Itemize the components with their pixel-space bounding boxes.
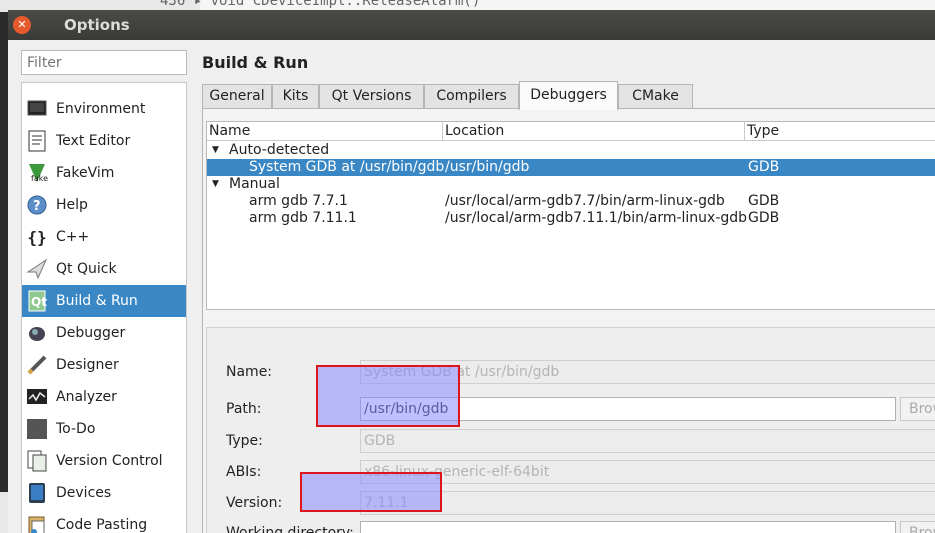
abis-label: ABIs: xyxy=(226,464,262,480)
category-label: Devices xyxy=(56,485,112,501)
category-label: Environment xyxy=(56,101,146,117)
expand-arrow-icon[interactable]: ▼ xyxy=(212,142,219,159)
tab-kits[interactable]: Kits xyxy=(272,84,319,109)
tree-group-auto-detected[interactable]: ▼ Auto-detected xyxy=(207,142,935,159)
working-directory-label: Working directory: xyxy=(226,525,354,533)
category-todo[interactable]: To-Do xyxy=(22,413,186,445)
row-location: /usr/local/arm-gdb7.11.1/bin/arm-linux-g… xyxy=(445,210,748,226)
background-block xyxy=(0,492,8,533)
designer-pencil-icon xyxy=(26,354,48,376)
category-label: Code Pasting xyxy=(56,517,148,533)
close-window-button[interactable]: ✕ xyxy=(13,16,31,34)
row-location: /usr/local/arm-gdb7.7/bin/arm-linux-gdb xyxy=(445,193,725,209)
working-directory-field[interactable] xyxy=(360,521,896,533)
category-list: Environment Text Editor fake FakeVim ? H… xyxy=(21,82,187,533)
tree-group-manual[interactable]: ▼ Manual xyxy=(207,176,935,193)
category-text-editor[interactable]: Text Editor xyxy=(22,125,186,157)
window-title: Options xyxy=(64,16,130,34)
category-fakevim[interactable]: fake FakeVim xyxy=(22,157,186,189)
group-label: Manual xyxy=(229,176,280,192)
qt-quick-icon xyxy=(26,258,48,280)
background-left-edge xyxy=(0,30,8,533)
close-icon: ✕ xyxy=(17,18,27,31)
category-debugger[interactable]: Debugger xyxy=(22,317,186,349)
category-label: Qt Quick xyxy=(56,261,117,277)
column-header-type[interactable]: Type xyxy=(745,122,935,141)
category-version-control[interactable]: Version Control xyxy=(22,445,186,477)
code-line: 436 ▸ void CDeviceImpl::ReleaseAlarm() xyxy=(160,0,481,9)
analyzer-icon xyxy=(26,386,48,408)
monitor-icon xyxy=(26,98,48,120)
tab-debuggers[interactable]: Debuggers xyxy=(519,81,618,110)
category-label: Debugger xyxy=(56,325,126,341)
tab-qt-versions[interactable]: Qt Versions xyxy=(319,84,424,109)
row-type: GDB xyxy=(748,210,780,226)
category-label: Text Editor xyxy=(56,133,131,149)
path-label: Path: xyxy=(226,401,262,417)
version-label: Version: xyxy=(226,495,283,511)
category-devices[interactable]: Devices xyxy=(22,477,186,509)
category-label: Help xyxy=(56,197,88,213)
version-highlight-border xyxy=(300,472,442,512)
row-location: /usr/bin/gdb xyxy=(445,159,530,175)
device-icon xyxy=(26,482,48,504)
version-control-icon xyxy=(26,450,48,472)
category-label: Analyzer xyxy=(56,389,117,405)
svg-text:Qt: Qt xyxy=(31,295,47,309)
category-qt-quick[interactable]: Qt Quick xyxy=(22,253,186,285)
type-label: Type: xyxy=(226,433,263,449)
filter-input[interactable] xyxy=(21,50,187,75)
tab-cmake[interactable]: CMake xyxy=(618,84,693,109)
category-label: C++ xyxy=(56,229,90,245)
type-field: GDB xyxy=(360,429,935,453)
title-bar[interactable]: ✕ Options xyxy=(8,10,935,40)
fakevim-icon: fake xyxy=(26,162,48,184)
column-header-location[interactable]: Location xyxy=(443,122,745,141)
version-field: 7.11.1 xyxy=(360,491,935,515)
options-dialog: ✕ Options Environment Text Editor fake F… xyxy=(8,10,935,533)
row-name: arm gdb 7.11.1 xyxy=(249,210,357,226)
category-code-pasting[interactable]: Code Pasting xyxy=(22,509,186,533)
working-directory-browse-button[interactable]: Browse... xyxy=(900,521,935,533)
category-label: To-Do xyxy=(56,421,96,437)
column-header-name[interactable]: Name xyxy=(207,122,443,141)
category-cpp[interactable]: {} C++ xyxy=(22,221,186,253)
svg-text:?: ? xyxy=(33,199,41,214)
debuggers-tab-pane: Name Location Type ▼ Auto-detected Syste… xyxy=(202,108,935,533)
debugger-bug-icon xyxy=(26,322,48,344)
tab-general[interactable]: General xyxy=(202,84,272,109)
name-label: Name: xyxy=(226,364,273,380)
build-run-icon: Qt xyxy=(26,290,48,312)
path-browse-button[interactable]: Browse... xyxy=(900,397,935,421)
help-icon: ? xyxy=(26,194,48,216)
text-document-icon xyxy=(26,130,48,152)
cpp-braces-icon: {} xyxy=(27,227,47,247)
expand-arrow-icon[interactable]: ▼ xyxy=(212,176,219,193)
todo-icon xyxy=(26,418,48,440)
row-name: System GDB at /usr/bin/gdb xyxy=(249,159,445,175)
tree-row-arm-gdb-7-11-1[interactable]: arm gdb 7.11.1 /usr/local/arm-gdb7.11.1/… xyxy=(207,210,935,227)
svg-text:fake: fake xyxy=(31,174,48,183)
category-designer[interactable]: Designer xyxy=(22,349,186,381)
tab-compilers[interactable]: Compilers xyxy=(424,84,519,109)
category-label: Designer xyxy=(56,357,119,373)
row-type: GDB xyxy=(748,159,780,175)
category-label: FakeVim xyxy=(56,165,115,181)
category-analyzer[interactable]: Analyzer xyxy=(22,381,186,413)
row-type: GDB xyxy=(748,193,780,209)
path-highlight-border xyxy=(316,365,460,427)
tree-row-system-gdb[interactable]: System GDB at /usr/bin/gdb /usr/bin/gdb … xyxy=(207,159,935,176)
debuggers-tree[interactable]: Name Location Type ▼ Auto-detected Syste… xyxy=(206,121,935,310)
abis-field: x86-linux-generic-elf-64bit xyxy=(360,460,935,484)
row-name: arm gdb 7.7.1 xyxy=(249,193,348,209)
category-help[interactable]: ? Help xyxy=(22,189,186,221)
code-pasting-icon xyxy=(26,514,48,533)
group-label: Auto-detected xyxy=(229,142,330,158)
tree-row-arm-gdb-7-7-1[interactable]: arm gdb 7.7.1 /usr/local/arm-gdb7.7/bin/… xyxy=(207,193,935,210)
category-build-run[interactable]: Qt Build & Run xyxy=(22,285,186,317)
category-environment[interactable]: Environment xyxy=(22,93,186,125)
page-title: Build & Run xyxy=(202,53,309,72)
category-label: Build & Run xyxy=(56,293,138,309)
category-label: Version Control xyxy=(56,453,163,469)
